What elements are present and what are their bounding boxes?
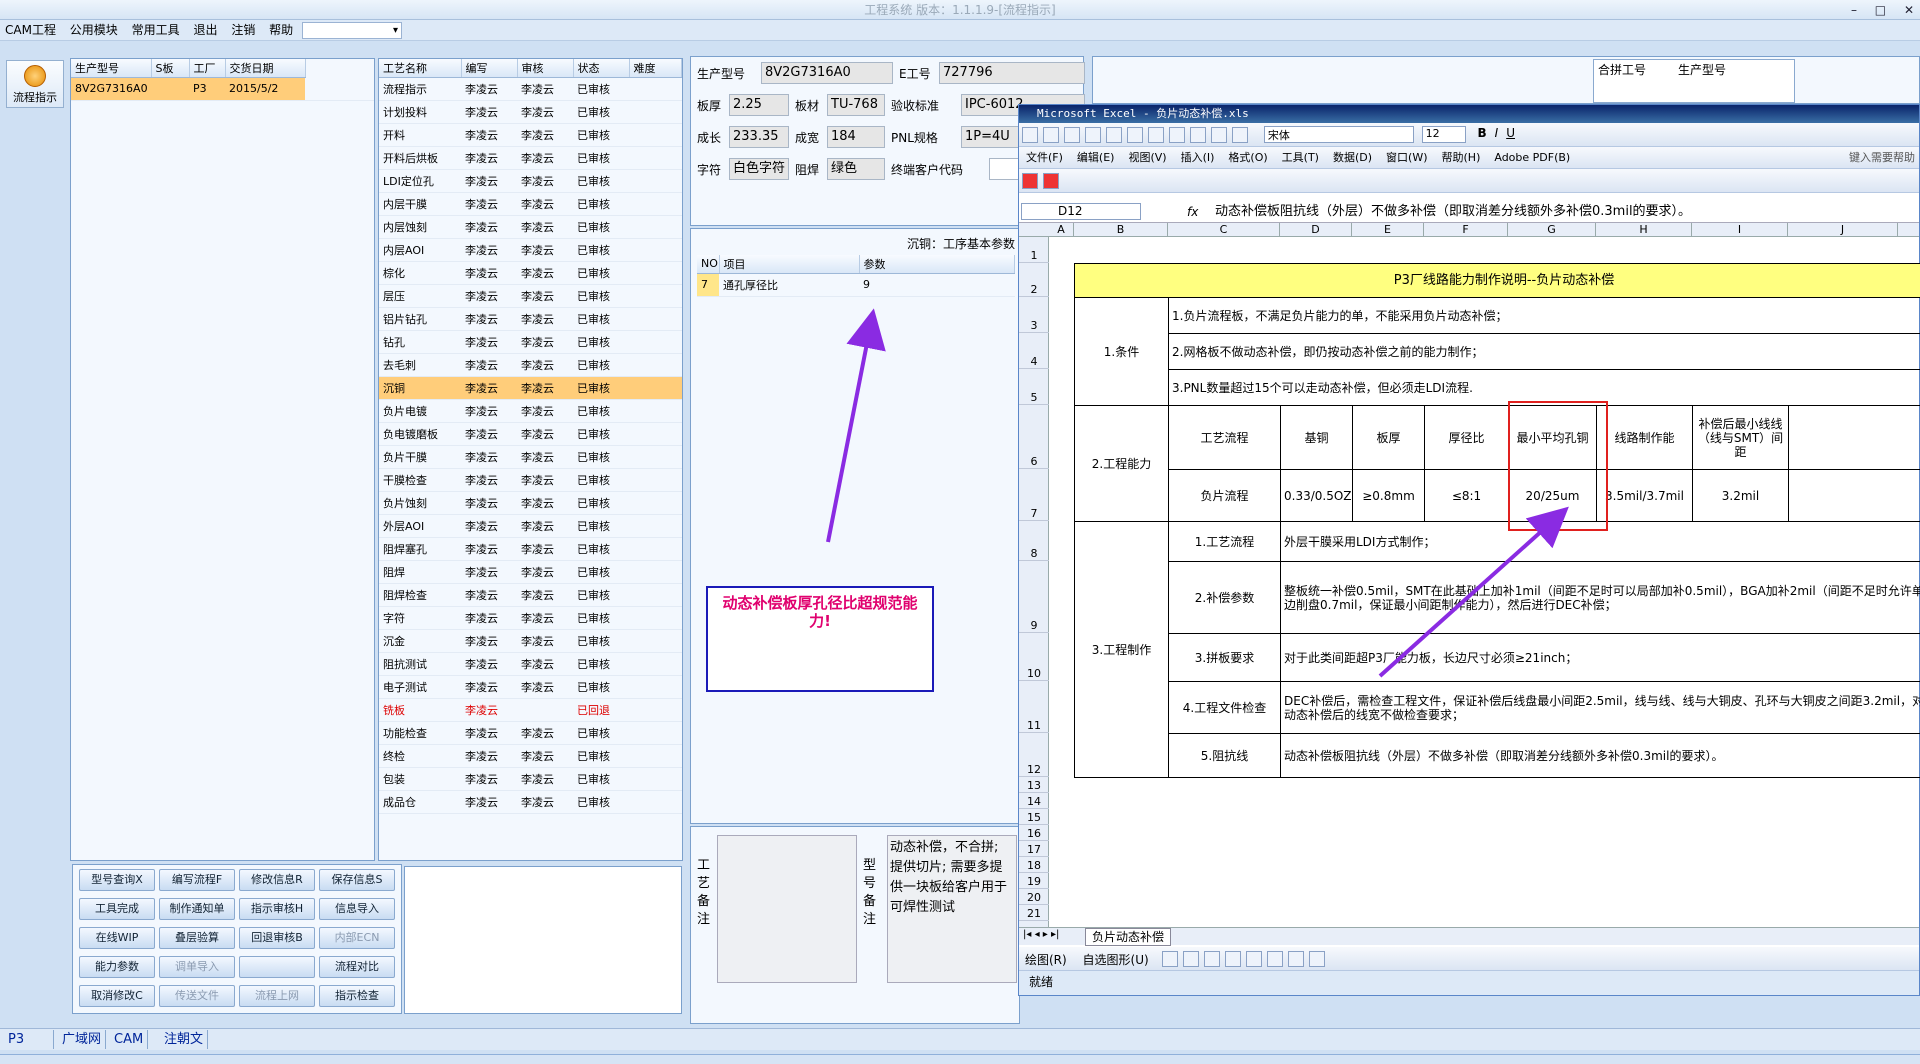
status-tab-cam[interactable]: CAM bbox=[110, 1030, 149, 1049]
status-bar: P3 广域网 CAM 注朝文 bbox=[0, 1028, 1920, 1050]
taskbar bbox=[0, 1054, 1920, 1064]
status-tab-p3[interactable]: P3 bbox=[4, 1030, 54, 1049]
status-tab-wan[interactable]: 广域网 bbox=[58, 1030, 107, 1049]
arrow-to-param bbox=[826, 308, 886, 543]
annotation-arrows bbox=[826, 308, 1569, 678]
arrow-to-excel bbox=[1378, 506, 1569, 678]
status-tab-user[interactable]: 注朝文 bbox=[160, 1030, 209, 1049]
